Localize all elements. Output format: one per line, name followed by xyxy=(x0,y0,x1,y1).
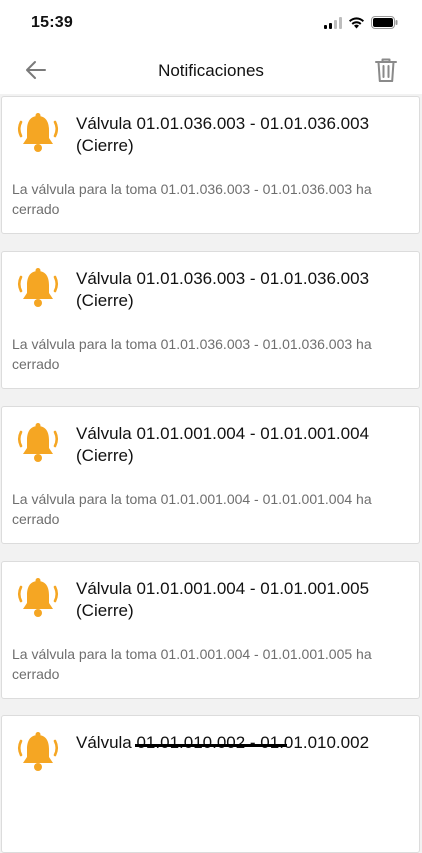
notification-title: Válvula 01.01.036.003 - 01.01.036.003 (C… xyxy=(76,269,370,310)
bell-ringing-icon xyxy=(17,423,59,462)
bell-ringing-icon xyxy=(17,268,59,307)
signal-icon xyxy=(324,16,342,29)
bell-ringing-icon xyxy=(17,578,59,617)
status-bar: 15:39 xyxy=(0,0,422,48)
notification-card[interactable]: Válvula 01.01.036.003 - 01.01.036.003 (C… xyxy=(1,96,420,234)
battery-icon xyxy=(371,16,398,29)
notification-title: Válvula 01.01.001.004 - 01.01.001.005 (C… xyxy=(76,579,370,620)
notification-message: La válvula para la toma 01.01.036.003 - … xyxy=(12,181,372,217)
app-header: Notificaciones xyxy=(0,48,422,94)
status-icons xyxy=(324,16,398,29)
strike-through-mark xyxy=(135,744,287,747)
notification-card[interactable]: Válvula 01.01.010.002 - 01.01.010.002 xyxy=(1,715,420,853)
notification-card[interactable]: Válvula 01.01.001.004 - 01.01.001.005 (C… xyxy=(1,561,420,699)
trash-icon xyxy=(375,58,397,82)
notification-message: La válvula para la toma 01.01.001.004 - … xyxy=(12,491,372,527)
page-title: Notificaciones xyxy=(158,61,264,80)
bell-ringing-icon xyxy=(17,732,59,771)
delete-all-button[interactable] xyxy=(370,54,402,86)
bell-ringing-icon xyxy=(17,113,59,152)
notification-message: La válvula para la toma 01.01.001.004 - … xyxy=(12,646,372,682)
status-time: 15:39 xyxy=(31,14,73,31)
notification-title: Válvula 01.01.001.004 - 01.01.001.004 (C… xyxy=(76,424,370,465)
notification-card[interactable]: Válvula 01.01.001.004 - 01.01.001.004 (C… xyxy=(1,406,420,544)
notification-title: Válvula 01.01.010.002 - 01.01.010.002 xyxy=(76,733,370,752)
wifi-icon xyxy=(349,16,364,28)
notification-card[interactable]: Válvula 01.01.036.003 - 01.01.036.003 (C… xyxy=(1,251,420,389)
notification-message: La válvula para la toma 01.01.036.003 - … xyxy=(12,336,372,372)
notification-title: Válvula 01.01.036.003 - 01.01.036.003 (C… xyxy=(76,114,370,155)
